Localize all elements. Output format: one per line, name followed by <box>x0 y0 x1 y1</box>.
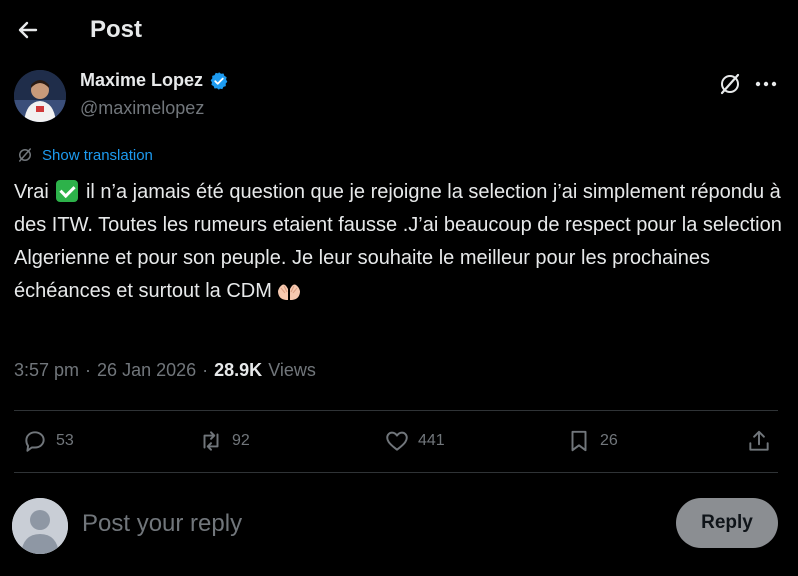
tweet-text-start: Vrai <box>14 181 49 203</box>
palms-up-together-emoji-icon <box>277 284 300 300</box>
grok-icon <box>19 148 31 162</box>
reply-button[interactable]: 53 <box>22 428 74 454</box>
author-name[interactable]: Maxime Lopez <box>80 70 203 91</box>
author-handle[interactable]: @maximelopez <box>80 98 204 119</box>
reply-input[interactable] <box>82 506 642 542</box>
more-options-icon[interactable] <box>752 72 780 96</box>
share-icon <box>749 430 769 451</box>
bookmark-count: 26 <box>600 432 618 449</box>
reply-icon <box>25 431 45 452</box>
top-bar: Post <box>0 0 798 60</box>
views-label: Views <box>268 360 316 380</box>
meta-separator: · <box>85 360 92 380</box>
divider <box>14 410 778 411</box>
back-button[interactable] <box>14 16 42 44</box>
like-button[interactable]: 441 <box>384 428 445 454</box>
show-translation-label[interactable]: Show translation <box>42 147 153 164</box>
divider <box>14 472 778 473</box>
views-count: 28.9K <box>214 360 263 380</box>
heart-icon <box>386 431 408 451</box>
default-avatar-icon <box>12 498 68 554</box>
verified-badge-icon <box>210 71 228 90</box>
reply-submit-button[interactable]: Reply <box>676 498 778 548</box>
tweet-meta: 3:57 pm · 26 Jan 2026 · 28.9K Views <box>14 360 316 381</box>
arrow-left-icon <box>18 21 38 39</box>
author-name-row[interactable]: Maxime Lopez <box>80 70 229 91</box>
grok-icon[interactable] <box>718 72 742 96</box>
repost-button[interactable]: 92 <box>198 428 250 454</box>
tweet-body: Vrai il n’a jamais été question que je r… <box>14 176 784 308</box>
like-count: 441 <box>418 432 445 449</box>
tweet-date[interactable]: 26 Jan 2026 <box>97 360 196 381</box>
bookmark-icon <box>571 430 587 452</box>
tweet-time[interactable]: 3:57 pm <box>14 360 79 381</box>
reply-count: 53 <box>56 432 74 449</box>
author-avatar[interactable] <box>14 70 66 122</box>
share-button[interactable] <box>746 428 772 454</box>
repost-icon <box>203 431 219 451</box>
check-mark-emoji-icon <box>56 180 79 202</box>
show-translation-link[interactable]: Show translation <box>16 146 153 164</box>
user-avatar[interactable] <box>12 498 68 554</box>
action-bar: 53 92 441 26 <box>0 424 798 460</box>
repost-count: 92 <box>232 432 250 449</box>
meta-separator: · <box>202 360 209 380</box>
tweet-text-main: il n’a jamais été question que je rejoig… <box>14 181 782 302</box>
bookmark-button[interactable]: 26 <box>566 428 618 454</box>
page-title: Post <box>90 16 143 43</box>
